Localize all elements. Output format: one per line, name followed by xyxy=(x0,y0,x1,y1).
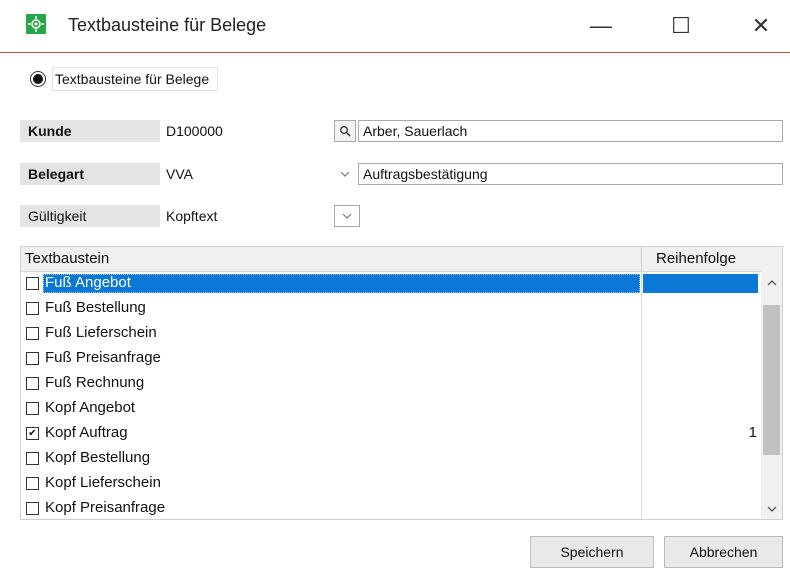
close-button[interactable]: ✕ xyxy=(738,6,784,46)
title-bar: Textbausteine für Belege — ☐ ✕ xyxy=(0,0,790,53)
gueltigkeit-label: Gültigkeit xyxy=(20,205,160,227)
gueltigkeit-select[interactable]: Kopftext xyxy=(160,205,334,227)
radio-option[interactable]: Textbausteine für Belege xyxy=(30,66,219,92)
row-order[interactable] xyxy=(643,374,757,393)
row-checkbox[interactable] xyxy=(26,277,39,290)
kunde-label: Kunde xyxy=(20,120,160,142)
column-divider xyxy=(641,247,642,271)
chevron-down-icon[interactable] xyxy=(334,163,356,185)
row-checkbox[interactable] xyxy=(26,477,39,490)
table-row[interactable]: Kopf Bestellung xyxy=(21,446,761,471)
row-label: Kopf Preisanfrage xyxy=(45,499,166,516)
belegart-label: Belegart xyxy=(20,163,160,185)
kunde-input[interactable]: D100000 xyxy=(160,120,334,142)
table-row[interactable]: Fuß Bestellung xyxy=(21,296,761,321)
scroll-down-icon[interactable] xyxy=(761,499,782,519)
row-order[interactable] xyxy=(643,474,757,493)
row-order[interactable] xyxy=(643,324,757,343)
row-label: Kopf Lieferschein xyxy=(45,474,161,491)
row-order[interactable] xyxy=(643,499,757,518)
table-row[interactable]: ✔ Kopf Auftrag 1 xyxy=(21,421,761,446)
row-order[interactable] xyxy=(643,449,757,468)
belegart-description: Auftragsbestätigung xyxy=(358,163,783,185)
app-icon xyxy=(26,14,46,34)
row-label: Fuß Preisanfrage xyxy=(45,349,161,366)
table-header: Textbaustein Reihenfolge xyxy=(21,247,782,272)
cancel-button[interactable]: Abbrechen xyxy=(664,536,783,568)
row-order[interactable] xyxy=(643,299,757,318)
kunde-description: Arber, Sauerlach xyxy=(358,120,783,142)
table-row[interactable]: Kopf Preisanfrage xyxy=(21,496,761,519)
table-row[interactable]: Fuß Lieferschein xyxy=(21,321,761,346)
row-label: Fuß Rechnung xyxy=(45,374,145,391)
maximize-button[interactable]: ☐ xyxy=(658,6,704,46)
row-order[interactable]: 1 xyxy=(643,424,757,443)
column-header-textbaustein[interactable]: Textbaustein xyxy=(25,250,109,267)
row-checkbox[interactable] xyxy=(26,402,39,415)
row-checkbox[interactable] xyxy=(26,352,39,365)
vertical-scrollbar[interactable] xyxy=(761,271,782,519)
table-row[interactable]: Fuß Rechnung xyxy=(21,371,761,396)
row-checkbox[interactable] xyxy=(26,327,39,340)
minimize-button[interactable]: — xyxy=(578,6,624,46)
table-row[interactable]: Kopf Lieferschein xyxy=(21,471,761,496)
row-label: Kopf Angebot xyxy=(45,399,136,416)
row-label: Fuß Lieferschein xyxy=(45,324,157,341)
window-title: Textbausteine für Belege xyxy=(68,15,267,35)
scrollbar-thumb[interactable] xyxy=(763,305,780,455)
search-icon[interactable] xyxy=(334,120,356,142)
row-label: Kopf Bestellung xyxy=(45,449,151,466)
textbaustein-table: Textbaustein Reihenfolge Fuß Angebot Fuß … xyxy=(20,246,783,520)
scroll-up-icon[interactable] xyxy=(761,273,782,293)
chevron-down-icon[interactable] xyxy=(334,205,360,227)
row-order[interactable] xyxy=(643,399,757,418)
row-label: Fuß Angebot xyxy=(45,274,131,291)
belegart-select[interactable]: VVA xyxy=(160,163,334,185)
save-button[interactable]: Speichern xyxy=(530,536,654,568)
row-order[interactable] xyxy=(643,274,757,293)
radio-button[interactable] xyxy=(30,71,46,87)
row-order[interactable] xyxy=(643,349,757,368)
row-checkbox[interactable] xyxy=(26,302,39,315)
radio-label: Textbausteine für Belege xyxy=(52,67,219,91)
row-checkbox[interactable] xyxy=(26,502,39,515)
column-header-reihenfolge[interactable]: Reihenfolge xyxy=(656,250,736,267)
row-label: Fuß Bestellung xyxy=(45,299,146,316)
row-checkbox[interactable]: ✔ xyxy=(26,427,39,440)
row-label: Kopf Auftrag xyxy=(45,424,128,441)
table-row[interactable]: Fuß Angebot xyxy=(21,271,761,296)
table-row[interactable]: Kopf Angebot xyxy=(21,396,761,421)
row-checkbox[interactable] xyxy=(26,452,39,465)
table-row[interactable]: Fuß Preisanfrage xyxy=(21,346,761,371)
title-divider xyxy=(0,52,790,53)
row-checkbox[interactable] xyxy=(26,377,39,390)
